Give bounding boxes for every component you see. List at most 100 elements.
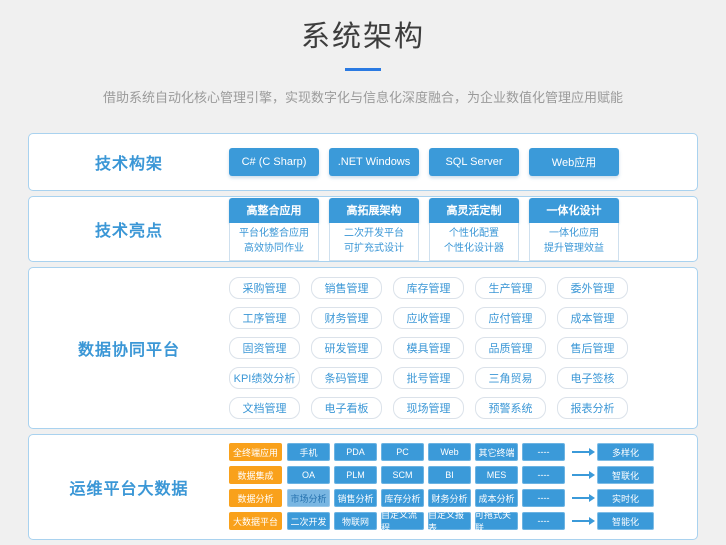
ops-result-badge: 多样化 [597,443,654,461]
ops-item: 市场分析 [287,489,330,507]
module-button[interactable]: 工序管理 [229,307,300,329]
ops-item: OA [287,466,330,484]
module-row: 固资管理研发管理模具管理品质管理售后管理 [229,337,697,359]
ops-item: 物联网 [334,512,377,530]
ops-item: 财务分析 [428,489,471,507]
module-button[interactable]: 三角贸易 [475,367,546,389]
ops-item: MES [475,466,518,484]
arrow-right-icon [572,451,589,453]
module-button[interactable]: KPI绩效分析 [229,367,300,389]
system-architecture-page: 系统架构 借助系统自动化核心管理引擎，实现数字化与信息化深度融合，为企业数值化管… [0,0,726,545]
module-button[interactable]: 库存管理 [393,277,464,299]
highlight-card: 一体化设计一体化应用提升管理效益 [529,198,619,261]
highlight-card-lines: 二次开发平台可扩充式设计 [329,223,419,261]
highlight-card-line: 平台化整合应用 [230,226,318,241]
arrow-right-icon [572,497,589,499]
tech-framework-label: 技术构架 [29,134,229,190]
highlight-card-line: 一体化应用 [530,226,618,241]
ops-item: 销售分析 [334,489,377,507]
ops-item: PDA [334,443,377,461]
highlight-card-lines: 一体化应用提升管理效益 [529,223,619,261]
title-underline [345,68,381,71]
highlight-card: 高拓展架构二次开发平台可扩充式设计 [329,198,419,261]
highlight-card: 高灵活定制个性化配置个性化设计器 [429,198,519,261]
highlight-card-line: 可扩充式设计 [330,241,418,256]
ops-platform-label: 运维平台大数据 [29,435,229,539]
ops-row: 全终端应用手机PDAPCWeb其它终端----多样化 [229,443,697,461]
ops-item: 其它终端 [475,443,518,461]
ops-item: 库存分析 [381,489,424,507]
arrow-right-icon [572,474,589,476]
module-button[interactable]: 生产管理 [475,277,546,299]
module-button[interactable]: 品质管理 [475,337,546,359]
ops-item: 自定义报表 [428,512,471,530]
ops-result-badge: 智能化 [597,512,654,530]
data-platform-grid: 采购管理销售管理库存管理生产管理委外管理工序管理财务管理应收管理应付管理成本管理… [229,268,697,428]
tech-highlights-label: 技术亮点 [29,197,229,261]
module-button[interactable]: 模具管理 [393,337,464,359]
highlight-card: 高整合应用平台化整合应用高效协同作业 [229,198,319,261]
ops-row: 数据分析市场分析销售分析库存分析财务分析成本分析----实时化 [229,489,697,507]
ops-item: 可拖式关联 [475,512,518,530]
ops-row: 数据集成 OAPLMSCMBIMES---- 智联化 [229,466,697,484]
highlight-card-title: 高灵活定制 [429,198,519,223]
module-button[interactable]: 条码管理 [311,367,382,389]
ops-item: 二次开发 [287,512,330,530]
module-button[interactable]: 应付管理 [475,307,546,329]
tech-framework-buttons: C# (C Sharp) .NET Windows SQL Server Web应用 [229,134,697,190]
ops-item: 手机 [287,443,330,461]
module-button[interactable]: 研发管理 [311,337,382,359]
tech-framework-button[interactable]: Web应用 [529,148,619,176]
page-subtitle: 借助系统自动化核心管理引擎，实现数字化与信息化深度融合，为企业数值化管理应用赋能 [0,87,726,106]
highlight-card-line: 二次开发平台 [330,226,418,241]
highlight-card-line: 个性化配置 [430,226,518,241]
module-button[interactable]: 固资管理 [229,337,300,359]
tech-framework-card: 技术构架 C# (C Sharp) .NET Windows SQL Server W… [28,133,698,191]
ops-category-badge: 大数据平台 [229,512,282,530]
tech-framework-button[interactable]: C# (C Sharp) [229,148,319,176]
module-button[interactable]: 财务管理 [311,307,382,329]
highlight-card-title: 一体化设计 [529,198,619,223]
module-button[interactable]: 电子签核 [557,367,628,389]
ops-platform-card: 运维平台大数据 全终端应用手机PDAPCWeb其它终端----多样化数据集成OA… [28,434,698,540]
section-cards: 技术构架 C# (C Sharp) .NET Windows SQL Server W… [0,133,726,540]
module-button[interactable]: 预警系统 [475,397,546,419]
module-button[interactable]: 现场管理 [393,397,464,419]
ops-item: SCM [381,466,424,484]
module-button[interactable]: 应收管理 [393,307,464,329]
ops-item: 自定义流程 [381,512,424,530]
module-row: 工序管理财务管理应收管理应付管理成本管理 [229,307,697,329]
ops-item: PC [381,443,424,461]
highlight-card-lines: 个性化配置个性化设计器 [429,223,519,261]
module-button[interactable]: 成本管理 [557,307,628,329]
ops-item: BI [428,466,471,484]
highlight-card-line: 个性化设计器 [430,241,518,256]
ops-item: Web [428,443,471,461]
module-button[interactable]: 售后管理 [557,337,628,359]
module-button[interactable]: 报表分析 [557,397,628,419]
tech-framework-button[interactable]: .NET Windows [329,148,419,176]
data-platform-label: 数据协同平台 [29,268,229,428]
tech-highlights-card: 技术亮点 高整合应用平台化整合应用高效协同作业高拓展架构二次开发平台可扩充式设计… [28,196,698,262]
page-title: 系统架构 [0,13,726,55]
module-button[interactable]: 委外管理 [557,277,628,299]
tech-framework-button[interactable]: SQL Server [429,148,519,176]
module-button[interactable]: 销售管理 [311,277,382,299]
highlight-card-lines: 平台化整合应用高效协同作业 [229,223,319,261]
module-button[interactable]: 文档管理 [229,397,300,419]
ops-result-badge: 智联化 [597,466,654,484]
ops-category-badge: 全终端应用 [229,443,282,461]
data-platform-card: 数据协同平台 采购管理销售管理库存管理生产管理委外管理工序管理财务管理应收管理应… [28,267,698,429]
module-button[interactable]: 批号管理 [393,367,464,389]
highlight-card-title: 高整合应用 [229,198,319,223]
module-button[interactable]: 采购管理 [229,277,300,299]
arrow-right-icon [572,520,589,522]
ops-category-badge: 数据集成 [229,466,282,484]
page-header: 系统架构 借助系统自动化核心管理引擎，实现数字化与信息化深度融合，为企业数值化管… [0,0,726,106]
ops-item: ---- [522,489,565,507]
ops-item: PLM [334,466,377,484]
module-row: 采购管理销售管理库存管理生产管理委外管理 [229,277,697,299]
ops-row: 大数据平台二次开发物联网自定义流程自定义报表可拖式关联----智能化 [229,512,697,530]
ops-item: ---- [522,466,565,484]
module-button[interactable]: 电子看板 [311,397,382,419]
